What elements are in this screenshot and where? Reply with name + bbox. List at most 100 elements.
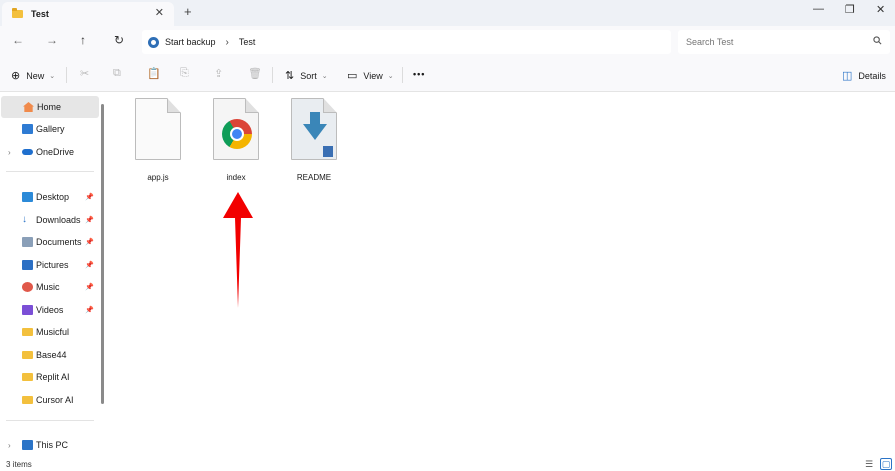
sidebar-item-home[interactable]: Home <box>1 96 99 118</box>
sidebar-item-label: OneDrive <box>36 147 75 157</box>
command-bar: ⊕ New ⌄ ✂ ⧉ 📋 ⎘ ⇪ 🗑 ⇅ Sort ⌄ ▭ View ⌄ ••… <box>0 58 895 92</box>
cloud-icon <box>22 149 33 155</box>
sidebar-item-label: Pictures <box>36 260 69 270</box>
restore-button[interactable]: ❐ <box>845 3 855 16</box>
file-name: README <box>296 173 332 182</box>
folder-icon <box>22 373 33 381</box>
refresh-button[interactable]: ↻ <box>114 33 124 47</box>
music-icon <box>22 282 33 292</box>
pin-icon[interactable]: 📌 <box>85 306 94 314</box>
backup-icon <box>148 36 159 48</box>
chevron-down-icon: ⌄ <box>321 72 328 80</box>
pin-icon[interactable]: 📌 <box>85 261 94 269</box>
sidebar-item-label: Replit AI <box>36 372 70 382</box>
view-button[interactable]: ▭ View ⌄ <box>347 69 394 82</box>
sidebar-item-label: Documents <box>36 237 82 247</box>
pin-icon[interactable]: 📌 <box>85 238 94 246</box>
folder-icon <box>22 351 33 359</box>
sort-label: Sort <box>300 70 317 81</box>
documents-icon <box>22 237 33 247</box>
close-tab-icon[interactable]: ✕ <box>155 6 164 19</box>
sidebar-item-label: Videos <box>36 305 64 315</box>
address-bar[interactable]: Start backup › Test <box>142 30 671 54</box>
sort-button[interactable]: ⇅ Sort ⌄ <box>285 69 328 82</box>
sidebar-item-gallery[interactable]: Gallery <box>0 118 98 140</box>
pin-icon[interactable]: 📌 <box>85 193 94 201</box>
details-pane-icon: ◫ <box>842 70 853 82</box>
chevron-right-icon[interactable]: › <box>8 148 11 157</box>
sidebar-item-label: Desktop <box>36 192 70 202</box>
search-box[interactable] <box>678 30 890 54</box>
sidebar-item-cursor-ai[interactable]: Cursor AI <box>0 389 98 411</box>
sidebar-item-videos[interactable]: Videos 📌 <box>0 299 98 321</box>
search-input[interactable] <box>686 37 866 47</box>
more-options-icon[interactable]: ••• <box>413 69 425 79</box>
search-icon[interactable] <box>873 36 882 47</box>
tiles-view-icon[interactable]: ▢ <box>880 458 892 470</box>
sidebar-item-musicful[interactable]: Musicful <box>0 321 98 343</box>
sidebar-item-label: Musicful <box>36 327 70 337</box>
cut-icon[interactable]: ✂ <box>80 67 89 80</box>
up-button[interactable]: ↑ <box>80 33 86 47</box>
chevron-down-icon: ⌄ <box>387 72 394 80</box>
pin-icon[interactable]: 📌 <box>85 216 94 224</box>
folder-icon <box>12 8 23 18</box>
sidebar-item-base44[interactable]: Base44 <box>0 344 98 366</box>
divider <box>66 67 67 83</box>
tab-test[interactable]: Test ✕ <box>2 2 174 26</box>
details-button[interactable]: ◫ Details <box>842 69 886 82</box>
divider <box>402 67 403 83</box>
sidebar-item-downloads[interactable]: ↓ Downloads 📌 <box>0 209 98 231</box>
new-button[interactable]: ⊕ New ⌄ <box>11 69 55 82</box>
copy-icon[interactable]: ⧉ <box>113 67 121 80</box>
chevron-down-icon: ⌄ <box>49 72 56 80</box>
sidebar-scrollbar[interactable] <box>101 104 104 404</box>
download-icon: ↓ <box>22 214 27 225</box>
sort-icon: ⇅ <box>285 70 295 82</box>
delete-icon[interactable]: 🗑 <box>248 67 262 80</box>
readme-badge-icon <box>323 146 333 157</box>
breadcrumb-chevron-icon[interactable]: › <box>226 37 229 48</box>
sidebar-item-replit-ai[interactable]: Replit AI <box>0 366 98 388</box>
paste-icon[interactable]: 📋 <box>147 67 161 80</box>
sidebar-item-documents[interactable]: Documents 📌 <box>0 231 98 253</box>
share-icon[interactable]: ⇪ <box>214 67 223 80</box>
file-name: app.js <box>147 173 169 182</box>
download-arrow-icon <box>303 112 327 140</box>
minimize-button[interactable]: — <box>813 3 824 15</box>
details-label: Details <box>858 70 886 81</box>
breadcrumb-test[interactable]: Test <box>239 37 256 47</box>
sidebar-item-label: Gallery <box>36 124 65 134</box>
sidebar-item-pictures[interactable]: Pictures 📌 <box>0 254 98 276</box>
folder-icon <box>22 328 33 336</box>
new-label: New <box>26 70 45 81</box>
sidebar-item-desktop[interactable]: Desktop 📌 <box>0 186 98 208</box>
sidebar-item-label: Music <box>36 282 60 292</box>
close-window-button[interactable]: ✕ <box>876 3 885 16</box>
forward-button[interactable]: → <box>46 33 58 47</box>
new-tab-button[interactable]: + <box>184 4 192 19</box>
view-icon: ▭ <box>347 70 358 82</box>
view-label: View <box>363 70 383 81</box>
gallery-icon <box>22 124 33 134</box>
chevron-right-icon[interactable]: › <box>8 441 11 450</box>
plus-circle-icon: ⊕ <box>11 70 21 82</box>
sidebar-item-label: Cursor AI <box>36 395 74 405</box>
breadcrumb-start-backup[interactable]: Start backup <box>165 37 216 47</box>
tab-bar: Test ✕ + — ❐ ✕ <box>0 0 895 26</box>
pin-icon[interactable]: 📌 <box>85 283 94 291</box>
item-count: 3 items <box>6 460 32 469</box>
chrome-icon <box>222 119 252 149</box>
sidebar-item-music[interactable]: Music 📌 <box>0 276 98 298</box>
sidebar-item-onedrive[interactable]: › OneDrive <box>0 141 98 163</box>
back-button[interactable]: ← <box>12 33 24 47</box>
rename-icon[interactable]: ⎘ <box>180 67 189 80</box>
sidebar-item-label: This PC <box>36 440 69 450</box>
details-view-icon[interactable]: ☰ <box>863 458 875 470</box>
home-icon <box>23 102 34 112</box>
computer-icon <box>22 440 33 450</box>
sidebar-item-this-pc[interactable]: › This PC <box>0 434 98 456</box>
navigation-pane: Home Gallery › OneDrive Desktop 📌 ↓ Down… <box>0 92 104 458</box>
videos-icon <box>22 305 33 315</box>
sidebar-item-label: Base44 <box>36 350 67 360</box>
